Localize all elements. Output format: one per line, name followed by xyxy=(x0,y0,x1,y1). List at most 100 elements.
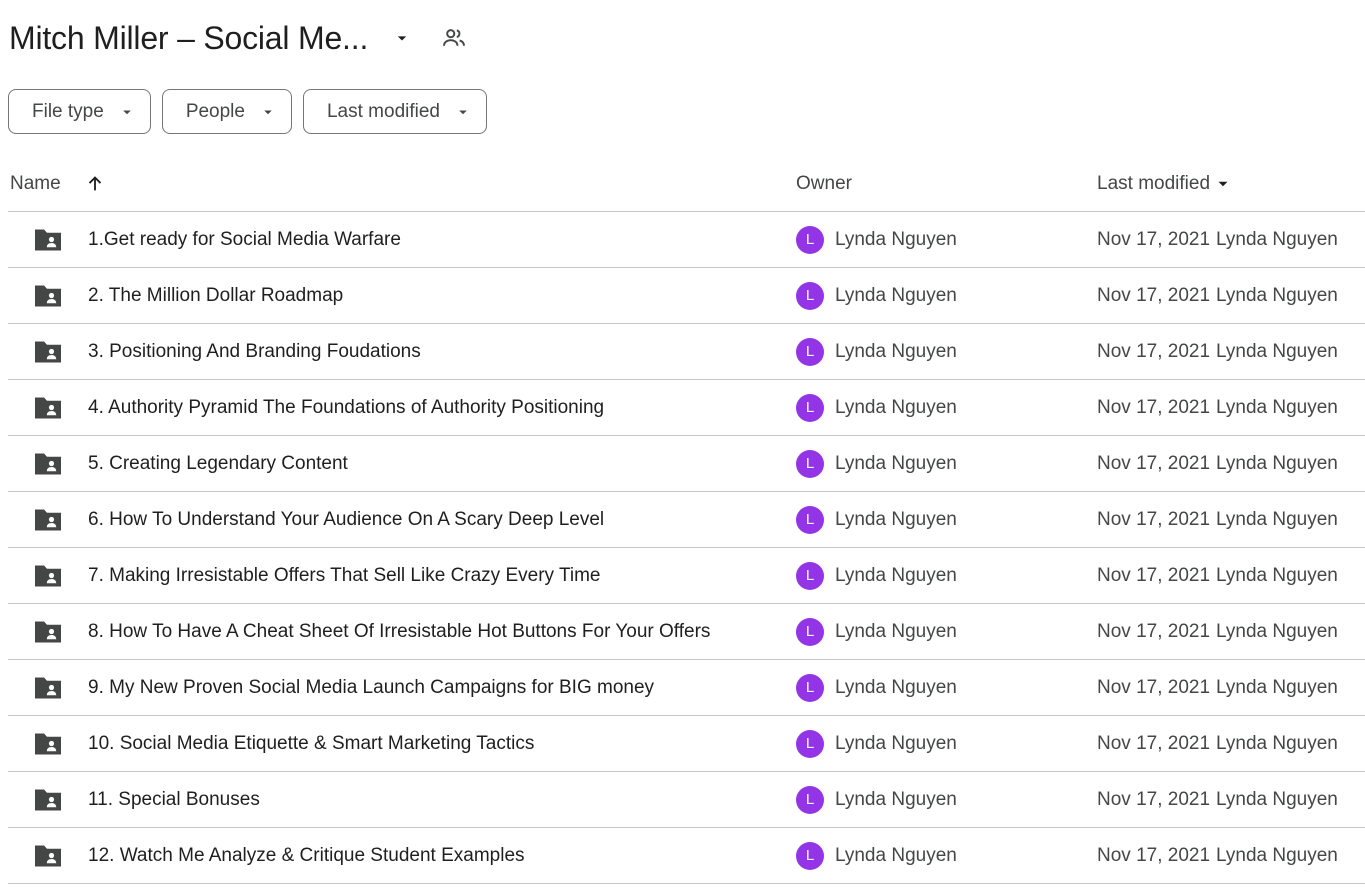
modified-cell: Nov 17, 2021 Lynda Nguyen xyxy=(1097,604,1338,659)
shared-folder-icon xyxy=(35,621,61,643)
owner-cell: L Lynda Nguyen xyxy=(796,548,957,603)
owner-name: Lynda Nguyen xyxy=(835,396,957,418)
file-name: 8. How To Have A Cheat Sheet Of Irresist… xyxy=(88,620,711,642)
file-name: 10. Social Media Etiquette & Smart Marke… xyxy=(88,732,535,754)
avatar: L xyxy=(796,785,824,814)
people-filter[interactable]: People xyxy=(161,89,292,134)
avatar: L xyxy=(796,729,824,758)
avatar: L xyxy=(796,337,824,366)
avatar: L xyxy=(796,281,824,310)
modified-date: Nov 17, 2021 xyxy=(1097,508,1211,530)
table-row[interactable]: 3. Positioning And Branding Foudations L… xyxy=(8,324,1365,380)
arrow-drop-down-icon xyxy=(454,103,472,121)
owner-name: Lynda Nguyen xyxy=(835,676,957,698)
file-name: 9. My New Proven Social Media Launch Cam… xyxy=(88,676,655,698)
shared-folder-icon xyxy=(35,845,61,867)
file-name: 12. Watch Me Analyze & Critique Student … xyxy=(88,844,525,866)
modified-date: Nov 17, 2021 xyxy=(1097,396,1211,418)
avatar: L xyxy=(796,393,824,422)
owner-cell: L Lynda Nguyen xyxy=(796,436,957,491)
owner-cell: L Lynda Nguyen xyxy=(796,492,957,547)
modified-by: Lynda Nguyen xyxy=(1216,844,1338,866)
people-filter-label: People xyxy=(185,100,245,122)
table-row[interactable]: 8. How To Have A Cheat Sheet Of Irresist… xyxy=(8,604,1365,660)
file-name: 5. Creating Legendary Content xyxy=(88,452,348,474)
shared-folder-icon xyxy=(35,229,61,251)
owner-column-header: Owner xyxy=(796,157,852,211)
name-column-label: Name xyxy=(10,173,61,194)
shared-folder-icon xyxy=(35,509,61,531)
modified-by: Lynda Nguyen xyxy=(1216,340,1338,362)
avatar: L xyxy=(796,505,824,534)
table-row[interactable]: 1.Get ready for Social Media Warfare L L… xyxy=(8,212,1365,268)
owner-name: Lynda Nguyen xyxy=(835,228,957,250)
owner-cell: L Lynda Nguyen xyxy=(796,268,957,323)
file-name: 7. Making Irresistable Offers That Sell … xyxy=(88,564,601,586)
table-header: Name Owner Last modified xyxy=(8,157,1365,212)
owner-name: Lynda Nguyen xyxy=(835,340,957,362)
owner-cell: L Lynda Nguyen xyxy=(796,828,957,883)
modified-cell: Nov 17, 2021 Lynda Nguyen xyxy=(1097,660,1338,715)
modified-cell: Nov 17, 2021 Lynda Nguyen xyxy=(1097,492,1338,547)
owner-name: Lynda Nguyen xyxy=(835,452,957,474)
avatar: L xyxy=(796,449,824,478)
shared-folder-icon xyxy=(35,397,61,419)
owner-cell: L Lynda Nguyen xyxy=(796,604,957,659)
folder-title[interactable]: Mitch Miller – Social Me... xyxy=(9,20,368,57)
filter-bar: File type People Last modified xyxy=(8,89,498,134)
owner-name: Lynda Nguyen xyxy=(835,284,957,306)
arrow-drop-down-icon[interactable] xyxy=(388,24,416,52)
table-row[interactable]: 11. Special Bonuses L Lynda Nguyen Nov 1… xyxy=(8,772,1365,828)
modified-date: Nov 17, 2021 xyxy=(1097,676,1211,698)
table-row[interactable]: 9. My New Proven Social Media Launch Cam… xyxy=(8,660,1365,716)
file-name: 1.Get ready for Social Media Warfare xyxy=(88,228,401,250)
file-name: 4. Authority Pyramid The Foundations of … xyxy=(88,396,605,418)
last-modified-filter[interactable]: Last modified xyxy=(302,89,487,134)
modified-date: Nov 17, 2021 xyxy=(1097,452,1211,474)
shared-folder-icon xyxy=(35,677,61,699)
last-modified-column-header[interactable]: Last modified xyxy=(1097,157,1232,211)
modified-date: Nov 17, 2021 xyxy=(1097,732,1211,754)
table-row[interactable]: 12. Watch Me Analyze & Critique Student … xyxy=(8,828,1365,884)
file-type-filter[interactable]: File type xyxy=(8,89,151,134)
avatar: L xyxy=(796,225,824,254)
modified-cell: Nov 17, 2021 Lynda Nguyen xyxy=(1097,436,1338,491)
table-row[interactable]: 4. Authority Pyramid The Foundations of … xyxy=(8,380,1365,436)
shared-folder-icon xyxy=(35,341,61,363)
owner-name: Lynda Nguyen xyxy=(835,844,957,866)
modified-by: Lynda Nguyen xyxy=(1216,620,1338,642)
table-row[interactable]: 10. Social Media Etiquette & Smart Marke… xyxy=(8,716,1365,772)
last-modified-filter-label: Last modified xyxy=(326,100,440,122)
owner-cell: L Lynda Nguyen xyxy=(796,380,957,435)
modified-by: Lynda Nguyen xyxy=(1216,564,1338,586)
avatar: L xyxy=(796,673,824,702)
modified-by: Lynda Nguyen xyxy=(1216,396,1338,418)
arrow-upward-icon[interactable] xyxy=(81,170,109,198)
name-column-header[interactable]: Name xyxy=(10,157,109,211)
modified-date: Nov 17, 2021 xyxy=(1097,284,1211,306)
shared-folder-icon xyxy=(35,565,61,587)
table-row[interactable]: 2. The Million Dollar Roadmap L Lynda Ng… xyxy=(8,268,1365,324)
table-row[interactable]: 6. How To Understand Your Audience On A … xyxy=(8,492,1365,548)
avatar: L xyxy=(796,617,824,646)
file-name: 3. Positioning And Branding Foudations xyxy=(88,340,421,362)
shared-folder-icon xyxy=(35,453,61,475)
modified-by: Lynda Nguyen xyxy=(1216,284,1338,306)
modified-cell: Nov 17, 2021 Lynda Nguyen xyxy=(1097,772,1338,827)
shared-folder-icon xyxy=(35,733,61,755)
people-icon[interactable] xyxy=(440,24,468,52)
modified-date: Nov 17, 2021 xyxy=(1097,340,1211,362)
table-row[interactable]: 5. Creating Legendary Content L Lynda Ng… xyxy=(8,436,1365,492)
table-row[interactable]: 7. Making Irresistable Offers That Sell … xyxy=(8,548,1365,604)
shared-folder-icon xyxy=(35,285,61,307)
modified-cell: Nov 17, 2021 Lynda Nguyen xyxy=(1097,380,1338,435)
arrow-drop-down-icon xyxy=(1214,175,1232,193)
modified-date: Nov 17, 2021 xyxy=(1097,228,1211,250)
owner-cell: L Lynda Nguyen xyxy=(796,716,957,771)
modified-by: Lynda Nguyen xyxy=(1216,452,1338,474)
owner-column-label: Owner xyxy=(796,173,852,194)
avatar: L xyxy=(796,841,824,870)
owner-name: Lynda Nguyen xyxy=(835,508,957,530)
modified-by: Lynda Nguyen xyxy=(1216,508,1338,530)
file-name: 2. The Million Dollar Roadmap xyxy=(88,284,344,306)
